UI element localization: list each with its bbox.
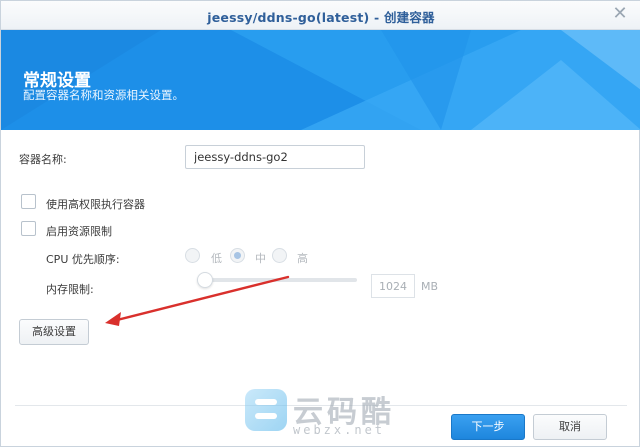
next-button[interactable]: 下一步 [451,414,525,440]
watermark: 云码酷 webzx.net [245,387,405,443]
memory-limit-label: 内存限制: [46,283,94,296]
memory-slider-track[interactable] [197,278,357,282]
cpu-priority-label: CPU 优先顺序: [46,253,120,266]
container-name-input[interactable] [185,145,365,169]
container-name-label: 容器名称: [19,153,67,166]
banner-background [1,30,640,130]
memory-unit-label: MB [421,280,439,293]
cpu-priority-medium-radio[interactable] [230,248,245,263]
close-icon[interactable]: ✕ [611,5,629,23]
cpu-priority-low-radio[interactable] [185,248,200,263]
cpu-priority-high-label: 高 [297,252,308,265]
advanced-settings-button[interactable]: 高级设置 [19,319,89,345]
create-container-dialog: jeessy/ddns-go(latest) - 创建容器 ✕ 常规设置 配置容… [0,0,640,447]
privileged-checkbox[interactable] [21,194,36,209]
title-bar: jeessy/ddns-go(latest) - 创建容器 ✕ [1,1,640,30]
resource-limit-label: 启用资源限制 [46,225,112,238]
memory-value-input[interactable] [371,274,415,298]
window-title: jeessy/ddns-go(latest) - 创建容器 [207,10,435,25]
banner-subtitle: 配置容器名称和资源相关设置。 [23,88,184,102]
memory-slider-thumb[interactable] [197,272,213,288]
resource-limit-checkbox[interactable] [21,221,36,236]
cancel-button[interactable]: 取消 [533,414,607,440]
cpu-priority-low-label: 低 [211,252,222,265]
cpu-priority-medium-label: 中 [255,252,266,265]
cpu-priority-high-radio[interactable] [272,248,287,263]
header-banner: 常规设置 配置容器名称和资源相关设置。 [1,30,640,130]
privileged-label: 使用高权限执行容器 [46,198,145,211]
watermark-logo-icon [245,389,287,431]
watermark-subtext: webzx.net [293,423,386,437]
